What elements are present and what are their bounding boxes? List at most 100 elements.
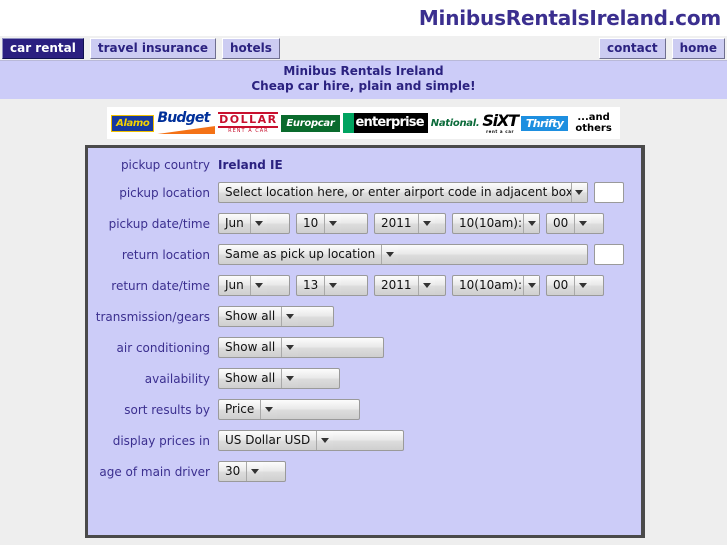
row-transmission: transmission/gears Show all (88, 306, 641, 327)
chevron-down-icon (574, 214, 592, 233)
chevron-down-icon (523, 276, 539, 295)
row-sort-results: sort results by Price (88, 399, 641, 420)
select-pickup-hour-value: 10(10am): (459, 216, 522, 230)
label-pickup-location: pickup location (119, 185, 210, 200)
budget-logo-icon: Budget (157, 110, 216, 136)
label-pickup-country: pickup country (120, 158, 210, 172)
select-return-month[interactable]: Jun (218, 275, 290, 296)
and-others-label: ...and others (571, 110, 615, 136)
label-transmission: transmission/gears (95, 309, 210, 324)
nav-tab-hotels[interactable]: hotels (222, 38, 280, 59)
chevron-down-icon (316, 431, 334, 450)
chevron-down-icon (324, 214, 342, 233)
select-pickup-minute[interactable]: 00 (546, 213, 604, 234)
alamo-logo-text: Alamo (111, 114, 155, 132)
row-pickup-country: pickup country Ireland IE (88, 158, 641, 172)
select-return-location[interactable]: Same as pick up location (218, 244, 588, 265)
nav-link-contact[interactable]: contact (598, 38, 666, 59)
navbar-left-group: car rental travel insurance hotels (2, 38, 280, 59)
select-transmission[interactable]: Show all (218, 306, 334, 327)
chevron-down-icon (260, 400, 278, 419)
row-availability: availability Show all (88, 368, 641, 389)
select-driver-age[interactable]: 30 (218, 461, 286, 482)
value-pickup-country: Ireland IE (218, 158, 283, 172)
chevron-down-icon (417, 276, 435, 295)
select-pickup-month[interactable]: Jun (218, 213, 290, 234)
row-display-prices: display prices in US Dollar USD (88, 430, 641, 451)
label-air-conditioning: air conditioning (116, 340, 210, 355)
and-others-line-1: ...and (577, 112, 610, 123)
dollar-logo-sub: RENT A CAR (228, 127, 269, 134)
alamo-logo-icon: Alamo (111, 110, 155, 136)
select-return-year-value: 2011 (381, 278, 412, 292)
row-driver-age: age of main driver 30 (88, 461, 641, 482)
select-transmission-value: Show all (225, 309, 276, 323)
label-driver-age: age of main driver (99, 464, 210, 479)
label-pickup-datetime: pickup date/time (108, 216, 210, 231)
label-availability: availability (144, 371, 210, 386)
enterprise-logo-mark (342, 113, 354, 133)
partner-logos-strip: Alamo Budget DOLLAR RENT A CAR Europcar (107, 107, 620, 139)
booking-form-wrapper: pickup country Ireland IE pickup locatio… (0, 145, 727, 538)
label-sort-results: sort results by (124, 402, 210, 417)
select-air-conditioning-value: Show all (225, 340, 276, 354)
select-driver-age-value: 30 (225, 464, 241, 478)
select-pickup-day[interactable]: 10 (296, 213, 368, 234)
select-display-currency[interactable]: US Dollar USD (218, 430, 404, 451)
select-availability-value: Show all (225, 371, 276, 385)
sixt-logo-icon: SiXT rent a car (482, 110, 519, 136)
input-return-airport-code[interactable] (594, 244, 624, 265)
select-pickup-year[interactable]: 2011 (374, 213, 446, 234)
select-display-currency-value: US Dollar USD (225, 433, 311, 447)
row-return-location: return location Same as pick up location (88, 244, 641, 265)
partner-logos-section: Alamo Budget DOLLAR RENT A CAR Europcar (0, 99, 727, 145)
sixt-logo-text: SiXT (482, 110, 519, 130)
chevron-down-icon (523, 214, 539, 233)
select-return-location-value: Same as pick up location (225, 247, 376, 261)
input-pickup-airport-code[interactable] (594, 182, 624, 203)
select-pickup-minute-value: 00 (553, 216, 569, 230)
chevron-down-icon (570, 183, 587, 202)
chevron-down-icon (324, 276, 342, 295)
select-pickup-month-value: Jun (225, 216, 244, 230)
select-pickup-location-value: Select location here, or enter airport c… (225, 185, 571, 199)
select-return-year[interactable]: 2011 (374, 275, 446, 296)
chevron-down-icon (249, 276, 267, 295)
enterprise-logo-text: enterprise (353, 113, 428, 133)
select-return-hour-value: 10(10am): (459, 278, 522, 292)
select-return-minute[interactable]: 00 (546, 275, 604, 296)
banner-line-1: Minibus Rentals Ireland (283, 64, 444, 78)
select-return-day-value: 13 (303, 278, 319, 292)
select-pickup-hour[interactable]: 10(10am): (452, 213, 540, 234)
select-pickup-day-value: 10 (303, 216, 319, 230)
select-sort-results[interactable]: Price (218, 399, 360, 420)
chevron-down-icon (381, 245, 399, 264)
thrifty-logo-icon: Thrifty (520, 110, 569, 136)
nav-tab-car-rental[interactable]: car rental (2, 38, 84, 59)
select-return-day[interactable]: 13 (296, 275, 368, 296)
chevron-down-icon (281, 369, 299, 388)
and-others-line-2: others (575, 123, 612, 134)
chevron-down-icon (574, 276, 592, 295)
navbar-right-group: contact home (598, 38, 725, 59)
label-return-datetime: return date/time (111, 278, 210, 293)
budget-logo-text: Budget (157, 110, 210, 126)
select-air-conditioning[interactable]: Show all (218, 337, 384, 358)
enterprise-logo-icon: enterprise (342, 110, 428, 136)
national-logo-icon: National. (431, 110, 480, 136)
banner-line-2: Cheap car hire, plain and simple! (251, 79, 476, 93)
nav-link-home[interactable]: home (671, 38, 725, 59)
row-pickup-location: pickup location Select location here, or… (88, 182, 641, 203)
main-navbar: car rental travel insurance hotels conta… (0, 36, 727, 61)
chevron-down-icon (249, 214, 267, 233)
select-availability[interactable]: Show all (218, 368, 340, 389)
select-return-minute-value: 00 (553, 278, 569, 292)
nav-tab-travel-insurance[interactable]: travel insurance (89, 38, 217, 59)
select-pickup-location[interactable]: Select location here, or enter airport c… (218, 182, 588, 203)
national-logo-text: National. (430, 117, 480, 129)
site-title-bar: MinibusRentalsIreland.com (0, 0, 727, 36)
select-return-hour[interactable]: 10(10am): (452, 275, 540, 296)
chevron-down-icon (281, 338, 299, 357)
label-return-location: return location (121, 247, 210, 262)
europcar-logo-text: Europcar (281, 114, 340, 132)
